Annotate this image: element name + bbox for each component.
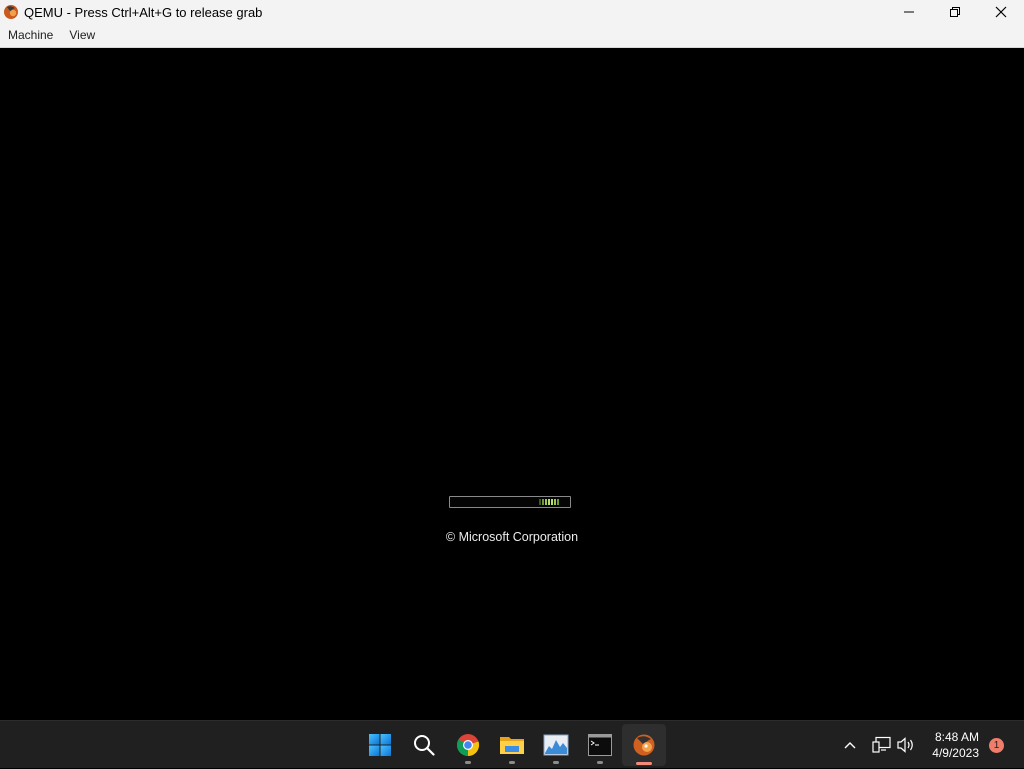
taskbar-terminal[interactable] xyxy=(578,721,622,768)
search-button[interactable] xyxy=(402,721,446,768)
restore-icon xyxy=(950,7,960,17)
chevron-up-icon xyxy=(844,742,856,749)
boot-progress-segment xyxy=(542,499,544,505)
running-indicator xyxy=(597,761,603,764)
close-button[interactable] xyxy=(978,0,1024,24)
vm-display[interactable]: © Microsoft Corporation xyxy=(0,48,1024,720)
taskbar-resource-monitor[interactable] xyxy=(534,721,578,768)
windows-start-icon xyxy=(369,733,391,756)
boot-progress-segment xyxy=(539,499,541,505)
menu-machine[interactable]: Machine xyxy=(0,24,61,47)
minimize-button[interactable] xyxy=(886,0,932,24)
qemu-window: QEMU - Press Ctrl+Alt+G to release grab … xyxy=(0,0,1024,720)
boot-progress-segment xyxy=(545,499,547,505)
minimize-icon xyxy=(904,11,914,13)
volume-icon xyxy=(897,737,914,753)
running-indicator xyxy=(465,761,471,764)
taskbar-qemu[interactable] xyxy=(622,724,666,766)
taskbar: 8:48 AM 4/9/2023 1 xyxy=(0,720,1024,768)
boot-progress-segment xyxy=(554,499,556,505)
window-controls xyxy=(886,0,1024,24)
clock-time: 8:48 AM xyxy=(934,730,979,744)
chrome-icon xyxy=(457,733,480,756)
qemu-icon xyxy=(633,734,655,756)
copyright-text: © Microsoft Corporation xyxy=(445,530,579,544)
folder-icon xyxy=(500,736,524,754)
boot-progress-segment xyxy=(557,499,559,505)
volume-button[interactable] xyxy=(894,733,918,757)
menu-bar: Machine View xyxy=(0,24,1024,48)
network-button[interactable] xyxy=(870,733,894,757)
system-tray: 8:48 AM 4/9/2023 1 xyxy=(838,721,1024,769)
taskbar-apps xyxy=(358,721,666,769)
window-title: QEMU - Press Ctrl+Alt+G to release grab xyxy=(24,4,263,20)
chart-icon xyxy=(543,734,569,755)
taskbar-chrome[interactable] xyxy=(446,721,490,768)
start-button[interactable] xyxy=(358,721,402,768)
boot-progress-segment xyxy=(551,499,553,505)
running-indicator xyxy=(509,761,515,764)
running-indicator xyxy=(636,762,652,765)
network-icon xyxy=(872,736,891,753)
notification-badge[interactable]: 1 xyxy=(989,737,1004,753)
taskbar-file-explorer[interactable] xyxy=(490,721,534,768)
clock[interactable]: 8:48 AM 4/9/2023 xyxy=(932,729,979,761)
title-bar[interactable]: QEMU - Press Ctrl+Alt+G to release grab xyxy=(0,0,1024,24)
terminal-icon xyxy=(588,733,612,756)
boot-progress-segment xyxy=(548,499,550,505)
qemu-app-icon xyxy=(4,5,18,19)
show-hidden-icons-button[interactable] xyxy=(838,733,862,757)
clock-date: 4/9/2023 xyxy=(932,746,979,760)
close-icon xyxy=(995,6,1007,18)
restore-button[interactable] xyxy=(932,0,978,24)
running-indicator xyxy=(553,761,559,764)
search-icon xyxy=(414,734,435,756)
boot-progress-bar xyxy=(449,496,571,508)
menu-view[interactable]: View xyxy=(61,24,103,47)
